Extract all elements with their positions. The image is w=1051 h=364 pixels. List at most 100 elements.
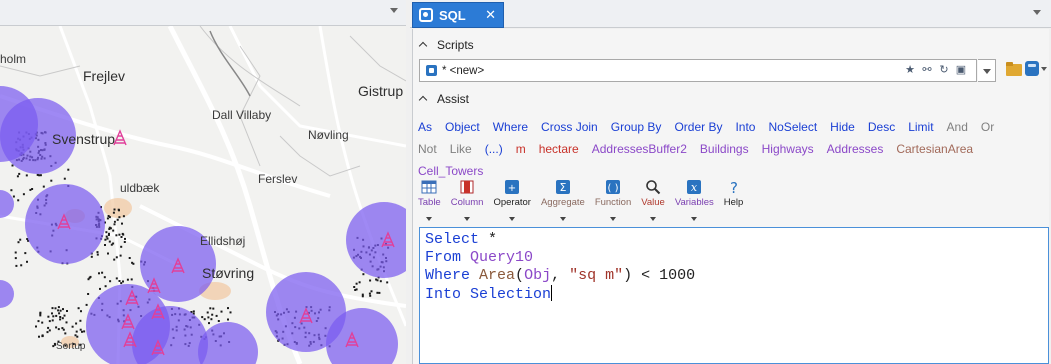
map-drawing[interactable]	[0, 26, 406, 364]
building-point	[25, 174, 28, 177]
sql-keyword: Selection	[470, 286, 552, 303]
building-point	[22, 193, 25, 196]
operator-button[interactable]: + Operator	[493, 179, 531, 221]
place-label-holm: holm	[0, 52, 27, 66]
sql-tab-strip: SQL ✕	[410, 0, 1051, 28]
building-point	[99, 287, 101, 290]
place-label-gistrup: Gistrup	[358, 83, 404, 99]
building-point	[46, 331, 49, 334]
map-pane-header	[0, 0, 406, 26]
assist-keyword[interactable]: Like	[450, 138, 472, 160]
building-point	[355, 282, 358, 285]
building-point	[112, 211, 115, 214]
building-point	[215, 314, 218, 317]
value-button[interactable]: Value	[641, 179, 665, 221]
chevron-down-icon	[610, 217, 617, 221]
assist-keyword[interactable]: Hide	[830, 116, 855, 138]
map-canvas[interactable]: holm Frejlev Gistrup Svenstrup Dall Vill…	[0, 26, 406, 364]
function-button[interactable]: ( ) Function	[595, 179, 631, 221]
assist-section-header[interactable]: Assist	[419, 92, 469, 106]
place-label-ferslev: Ferslev	[258, 172, 298, 186]
assist-keyword[interactable]: Where	[493, 116, 528, 138]
new-query-dropdown-icon[interactable]	[1041, 67, 1047, 71]
column-icon	[460, 180, 474, 194]
assist-keyword[interactable]: Addresses	[827, 138, 884, 160]
building-point	[358, 281, 361, 284]
building-point	[203, 318, 206, 321]
building-point	[376, 279, 379, 282]
sql-pane-menu-icon[interactable]	[1033, 10, 1041, 15]
building-point	[38, 174, 41, 177]
building-point	[118, 280, 121, 282]
sql-token: ,	[551, 267, 570, 284]
assist-keyword[interactable]: Object	[445, 116, 480, 138]
value-button-label: Value	[641, 197, 665, 208]
sql-editor[interactable]: Select * From Query10 Where Area(Obj, "s…	[419, 227, 1049, 364]
assist-keyword[interactable]: Not	[418, 138, 437, 160]
scripts-section-header[interactable]: Scripts	[419, 38, 474, 52]
column-button[interactable]: Column	[451, 179, 483, 221]
svg-text:x: x	[691, 181, 698, 194]
building-point	[113, 223, 116, 226]
assist-keyword[interactable]: And	[947, 116, 968, 138]
variables-button[interactable]: x Variables	[675, 179, 714, 221]
sql-string: "sq m"	[569, 267, 624, 284]
question-icon: ?	[730, 179, 738, 195]
script-selector[interactable]: * <new> ★ ⚯ ↻ ▣	[419, 59, 977, 82]
table-button[interactable]: Table	[418, 179, 441, 221]
assist-keyword[interactable]: CartesianArea	[896, 138, 973, 160]
text-caret	[551, 285, 553, 301]
building-point	[55, 314, 58, 317]
assist-keyword[interactable]: Group By	[611, 116, 662, 138]
tab-close-icon[interactable]: ✕	[485, 7, 496, 23]
assist-keyword[interactable]: Order By	[674, 116, 722, 138]
refresh-icon[interactable]: ↻	[937, 63, 951, 78]
assist-keyword[interactable]: Highways	[762, 138, 814, 160]
building-point	[87, 293, 90, 295]
building-point	[98, 272, 100, 275]
assist-keyword[interactable]: hectare	[539, 138, 579, 160]
map-pane: holm Frejlev Gistrup Svenstrup Dall Vill…	[0, 0, 406, 364]
sigma-icon: Σ	[555, 180, 570, 194]
place-label-svenstrup: Svenstrup	[52, 131, 116, 147]
assist-keyword[interactable]: As	[418, 116, 432, 138]
star-icon[interactable]: ★	[903, 63, 917, 78]
collapse-chevron-icon[interactable]	[419, 95, 427, 103]
building-point	[126, 278, 129, 281]
building-point	[52, 345, 55, 348]
assist-keyword[interactable]: Limit	[908, 116, 933, 138]
building-point	[104, 244, 106, 246]
assist-keyword[interactable]: NoSelect	[768, 116, 817, 138]
save-icon[interactable]: ▣	[954, 63, 968, 78]
building-point	[368, 292, 371, 295]
building-point	[96, 253, 99, 256]
new-query-icon[interactable]	[1025, 61, 1039, 76]
building-point	[47, 315, 50, 318]
map-pane-menu-icon[interactable]	[390, 8, 398, 13]
assist-keyword[interactable]: Desc	[868, 116, 895, 138]
building-point	[65, 321, 68, 324]
query-script-icon	[426, 65, 437, 76]
assist-keyword[interactable]: Buildings	[700, 138, 749, 160]
assist-keyword[interactable]: Or	[981, 116, 994, 138]
chevron-down-icon	[509, 217, 516, 221]
assist-keyword[interactable]: m	[516, 138, 526, 160]
assist-keyword[interactable]: AddressesBuffer2	[592, 138, 687, 160]
open-folder-icon[interactable]	[1006, 62, 1023, 76]
assist-keyword[interactable]: Cross Join	[541, 116, 598, 138]
parentheses-icon: ( )	[606, 180, 621, 194]
script-dropdown-button[interactable]	[978, 59, 996, 82]
assist-keyword[interactable]: Into	[735, 116, 755, 138]
building-point	[42, 185, 45, 188]
building-point	[64, 332, 67, 335]
collapse-chevron-icon[interactable]	[419, 41, 427, 49]
tab-sql[interactable]: SQL ✕	[412, 2, 504, 28]
building-point	[48, 329, 51, 332]
building-point	[105, 235, 108, 238]
aggregate-button[interactable]: Σ Aggregate	[541, 179, 585, 221]
help-button[interactable]: ? Help	[724, 179, 744, 215]
assist-keyword[interactable]: (...)	[485, 138, 503, 160]
building-point	[57, 328, 60, 331]
tree-icon[interactable]: ⚯	[920, 63, 934, 78]
sql-keyword: From	[425, 249, 462, 266]
